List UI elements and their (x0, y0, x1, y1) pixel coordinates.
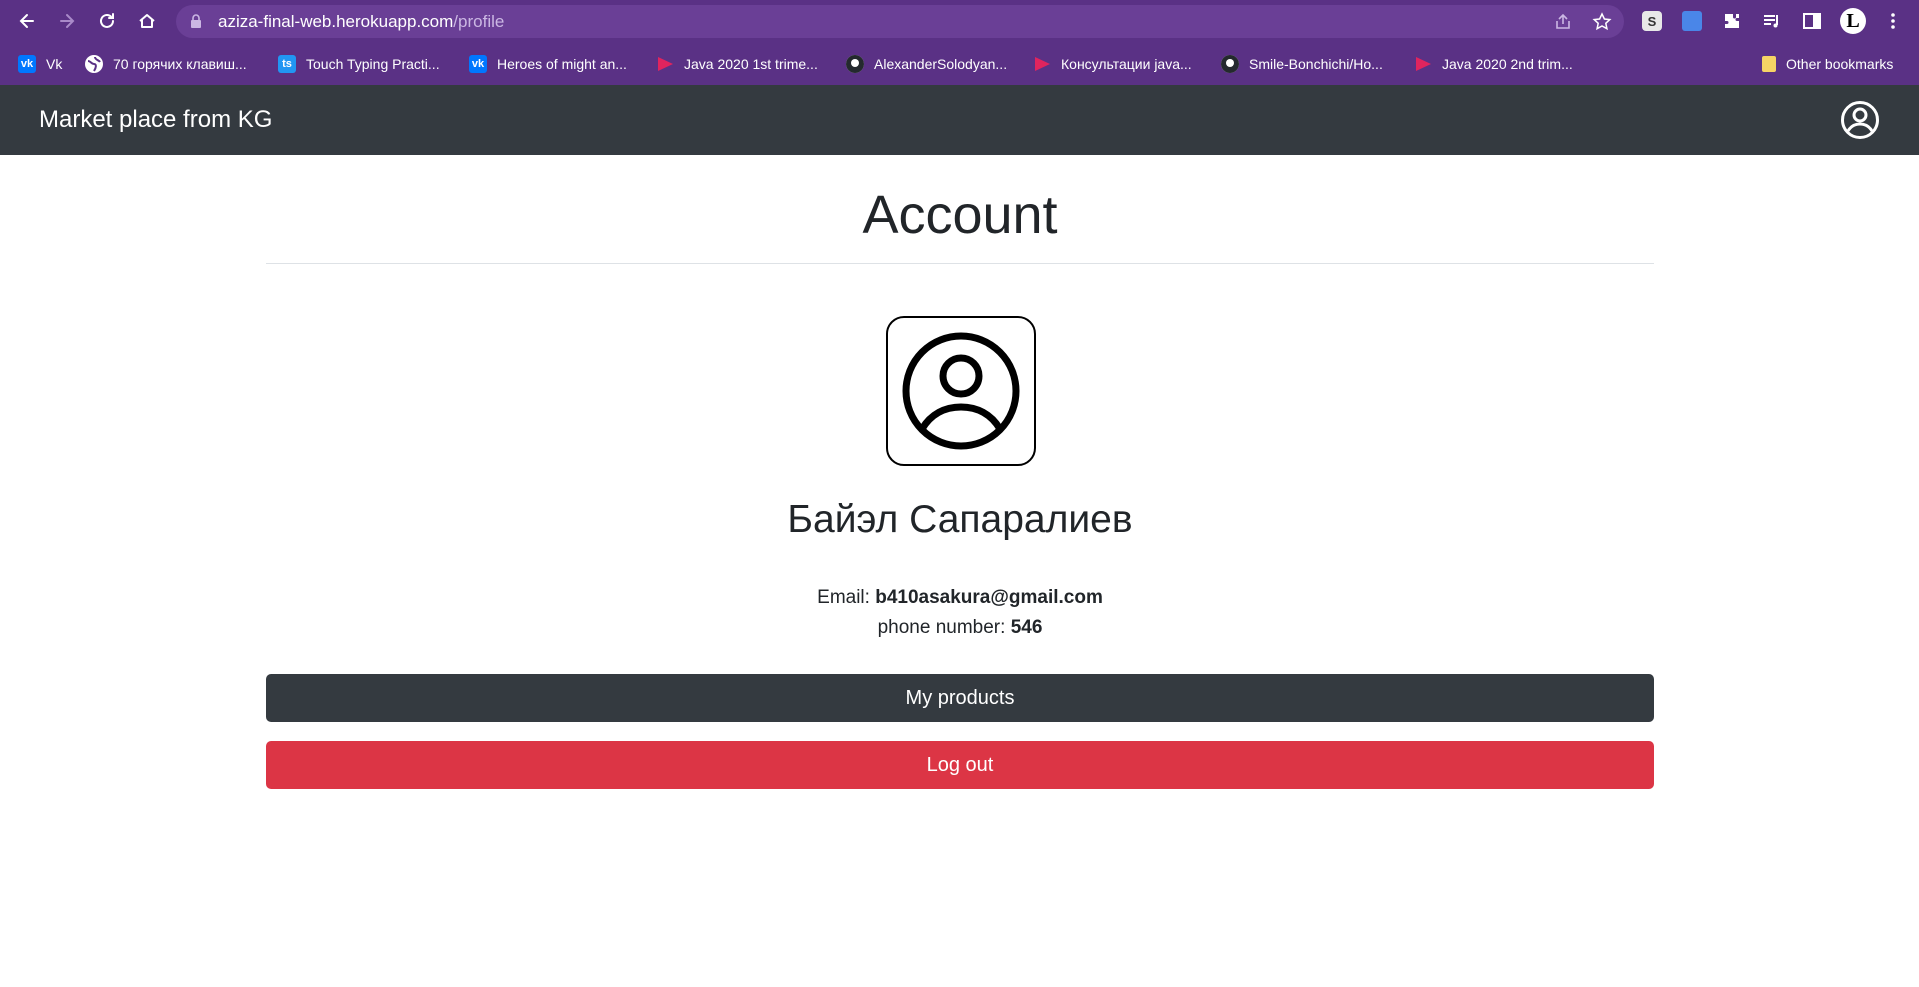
home-icon (139, 14, 155, 28)
forward-button[interactable] (52, 6, 82, 36)
vk-icon: vk (469, 55, 487, 73)
play-icon (1033, 55, 1051, 73)
user-name: Байэл Сапаралиев (787, 498, 1133, 541)
reload-button[interactable] (92, 6, 122, 36)
github-icon (846, 55, 864, 73)
globe-icon (85, 55, 103, 73)
lock-icon (191, 14, 201, 28)
github-icon (1221, 55, 1239, 73)
back-arrow-icon (19, 14, 34, 28)
kebab-menu-icon[interactable] (1882, 10, 1904, 32)
site-brand[interactable]: Market place from KG (39, 106, 272, 134)
email-line: Email: b410asakura@gmail.com (266, 587, 1654, 609)
star-icon[interactable] (1592, 12, 1612, 32)
site-navbar: Market place from KG (0, 85, 1919, 155)
title-divider (266, 263, 1654, 264)
bookmarks-bar: vk Vk 70 горячих клавиш... ts Touch Typing… (0, 43, 1919, 85)
media-queue-icon[interactable] (1761, 10, 1783, 32)
profile-avatar-icon[interactable]: L (1840, 8, 1866, 34)
puzzle-icon[interactable] (1721, 10, 1743, 32)
url-text: aziza-final-web.herokuapp.com/profile (218, 12, 505, 31)
profile-container: Account Байэл Сапаралиев Email: b410asak… (266, 155, 1654, 789)
bookmark-heroes[interactable]: vk Heroes of might an... (469, 53, 627, 75)
address-bar[interactable]: aziza-final-web.herokuapp.com/profile (176, 5, 1624, 38)
extension-s-icon[interactable]: S (1641, 10, 1663, 32)
email-label: Email: (817, 587, 870, 608)
folder-icon (1762, 56, 1776, 72)
other-bookmarks[interactable]: Other bookmarks (1762, 53, 1893, 75)
phone-value: 546 (1010, 617, 1043, 638)
bookmark-github-alexander[interactable]: AlexanderSolodyan... (846, 53, 1007, 75)
side-panel-icon[interactable] (1801, 10, 1823, 32)
ts-icon: ts (278, 55, 296, 73)
reload-icon (100, 13, 114, 28)
share-icon[interactable] (1553, 12, 1573, 32)
bookmark-hotkeys[interactable]: 70 горячих клавиш... (85, 53, 247, 75)
vk-icon: vk (18, 55, 36, 73)
google-translate-icon[interactable] (1681, 10, 1703, 32)
logout-button[interactable]: Log out (266, 741, 1654, 789)
bookmark-java-consult[interactable]: Консультации java... (1033, 53, 1192, 75)
bookmark-vk[interactable]: vk Vk (18, 53, 62, 75)
bookmark-github-smile[interactable]: Smile-Bonchichi/Ho... (1221, 53, 1383, 75)
my-products-button[interactable]: My products (266, 674, 1654, 722)
back-button[interactable] (12, 6, 42, 36)
email-value: b410asakura@gmail.com (875, 587, 1103, 608)
page-title: Account (862, 185, 1058, 245)
phone-line: phone number: 546 (266, 617, 1654, 639)
bookmark-typing[interactable]: ts Touch Typing Practi... (278, 53, 440, 75)
browser-toolbar: aziza-final-web.herokuapp.com/profile S … (0, 0, 1919, 43)
user-account-icon[interactable] (1840, 100, 1880, 140)
phone-label: phone number: (877, 617, 1006, 638)
bookmark-java-2nd[interactable]: Java 2020 2nd trim... (1414, 53, 1573, 75)
browser-chrome: aziza-final-web.herokuapp.com/profile S … (0, 0, 1919, 85)
play-icon (656, 55, 674, 73)
profile-avatar (886, 316, 1036, 466)
bookmark-java-1st[interactable]: Java 2020 1st trime... (656, 53, 818, 75)
user-circle-icon (902, 332, 1020, 450)
forward-arrow-icon (60, 14, 75, 28)
play-icon (1414, 55, 1432, 73)
home-button[interactable] (132, 6, 162, 36)
